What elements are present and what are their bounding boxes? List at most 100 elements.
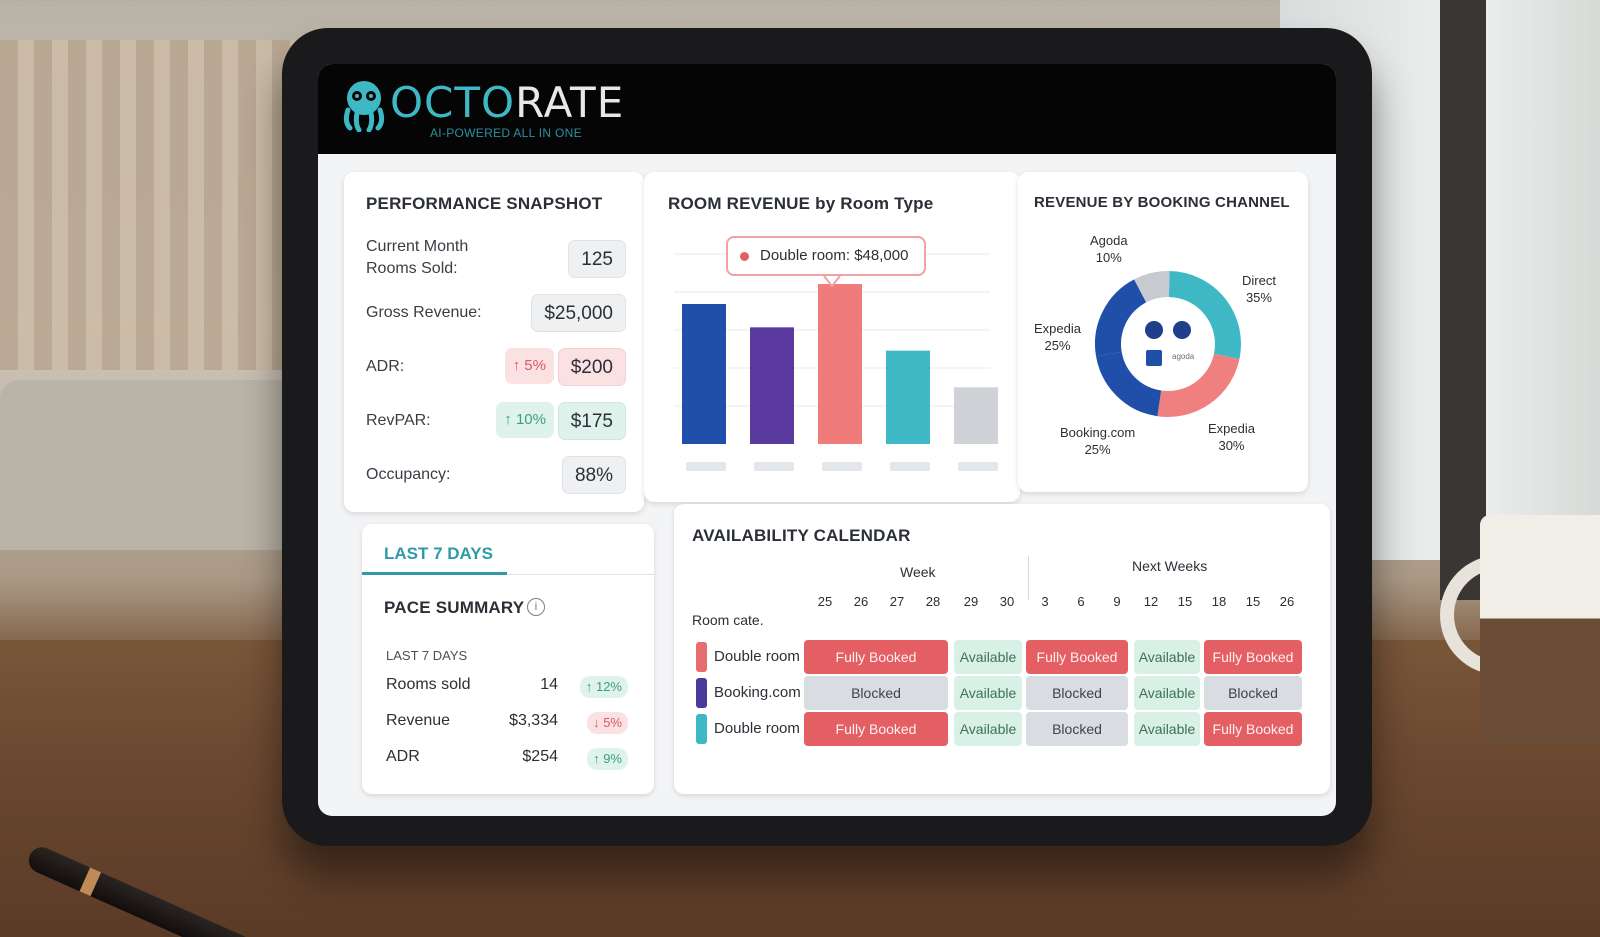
perf-row-gross-revenue: Gross Revenue: $25,000: [366, 294, 626, 334]
perf-value: 125: [568, 240, 626, 278]
room-color-swatch: [696, 678, 707, 708]
day-label: 12: [1143, 594, 1159, 609]
calendar-cell[interactable]: Available: [954, 640, 1022, 674]
calendar-cell[interactable]: Fully Booked: [1026, 640, 1128, 674]
calendar-cell[interactable]: Available: [1134, 712, 1200, 746]
pace-row-revenue: Revenue $3,334 ↓ 5%: [386, 712, 636, 736]
mug-body: [1480, 515, 1600, 745]
channel-label-agoda: Agoda 10%: [1090, 233, 1128, 265]
top-bar: OCTORATE AI-POWERED ALL IN ONE: [318, 64, 1336, 154]
day-label: 26: [853, 594, 869, 609]
booking-logo-icon: [1146, 350, 1162, 366]
pace-name: Rooms sold: [386, 676, 471, 693]
background-curtain: [0, 40, 300, 370]
perf-value: $200: [557, 348, 626, 386]
coffee-mug: [1440, 515, 1600, 745]
day-label: 30: [999, 594, 1015, 609]
pace-row-rooms-sold: Rooms sold 14 ↑ 12%: [386, 676, 636, 700]
availability-title: AVAILABILITY CALENDAR: [692, 526, 911, 545]
performance-title: PERFORMANCE SNAPSHOT: [366, 194, 603, 213]
day-label: 9: [1113, 594, 1121, 609]
pace-value: $254: [522, 748, 558, 765]
perf-label: Occupancy:: [366, 466, 451, 483]
pace-summary-card: LAST 7 DAYS PACE SUMMARY i LAST 7 DAYS R…: [362, 524, 654, 794]
perf-row-revpar: RevPAR: ↑ 10% $175: [366, 402, 626, 442]
pace-name: Revenue: [386, 712, 451, 729]
room-category-header: Room cate.: [692, 612, 764, 628]
calendar-cell[interactable]: Fully Booked: [1204, 712, 1302, 746]
pace-subtitle: LAST 7 DAYS: [386, 648, 468, 663]
room-name: Double room: [714, 720, 800, 737]
header-divider: [1028, 556, 1029, 600]
pace-row-adr: ADR $254 ↑ 9%: [386, 748, 636, 772]
perf-label: ADR:: [366, 358, 405, 375]
room-color-swatch: [696, 714, 707, 744]
perf-row-occupancy: Occupancy: 88%: [366, 456, 626, 496]
tab-last-7-days[interactable]: LAST 7 DAYS: [384, 544, 493, 564]
day-label: 29: [963, 594, 979, 609]
day-label: 6: [1077, 594, 1085, 609]
availability-calendar-card: AVAILABILITY CALENDAR Week Next Weeks 25…: [674, 504, 1330, 794]
next-weeks-header: Next Weeks: [1132, 558, 1208, 574]
channel-label-expedia-right: Expedia 30%: [1208, 421, 1255, 453]
pen-band: [79, 867, 102, 897]
pace-change-badge: ↑ 9%: [587, 748, 628, 770]
calendar-cell[interactable]: Fully Booked: [1204, 640, 1302, 674]
perf-label: Gross Revenue:: [366, 304, 482, 321]
donut-slice[interactable]: [1134, 271, 1170, 303]
day-label: 15: [1245, 594, 1261, 609]
pace-value: $3,334: [509, 712, 558, 729]
calendar-cell[interactable]: Available: [1134, 640, 1200, 674]
donut-center: [1123, 299, 1213, 389]
revenue-bar[interactable]: [818, 284, 862, 444]
performance-snapshot-card: PERFORMANCE SNAPSHOT Current Month Rooms…: [344, 172, 644, 512]
day-label: 27: [889, 594, 905, 609]
calendar-cell[interactable]: Available: [954, 676, 1022, 710]
calendar-cell[interactable]: Blocked: [1026, 676, 1128, 710]
room-name: Booking.com: [714, 684, 801, 701]
bar-category-placeholder: [822, 462, 862, 471]
perf-delta-badge: ↑ 5%: [504, 348, 554, 384]
revenue-bar[interactable]: [682, 304, 726, 444]
tab-active-indicator: [362, 572, 507, 575]
revenue-bar[interactable]: [886, 350, 930, 444]
calendar-cell[interactable]: Blocked: [1204, 676, 1302, 710]
day-label: 15: [1177, 594, 1193, 609]
perf-value: $25,000: [531, 294, 626, 332]
perf-delta-badge: ↑ 10%: [496, 402, 554, 438]
calendar-cell[interactable]: Blocked: [804, 676, 948, 710]
bar-category-placeholder: [754, 462, 794, 471]
channel-label-direct: Direct 35%: [1242, 273, 1276, 305]
revenue-bar[interactable]: [954, 387, 998, 444]
pace-value: 14: [540, 676, 558, 693]
channel-label-booking: Booking.com 25%: [1060, 425, 1136, 457]
bar-category-placeholder: [958, 462, 998, 471]
revenue-bar[interactable]: [750, 327, 794, 444]
tooltip-text: Double room: $48,000: [760, 247, 909, 264]
pace-title: PACE SUMMARY: [384, 598, 525, 617]
booking-channel-card: REVENUE BY BOOKING CHANNEL Agoda 10% Dire…: [1018, 172, 1308, 492]
plane-icon: [1173, 321, 1191, 339]
plane-icon: [1145, 321, 1163, 339]
donut-center-agoda-text: agoda: [1172, 352, 1195, 361]
calendar-cell[interactable]: Available: [954, 712, 1022, 746]
pace-change-badge: ↑ 12%: [579, 676, 628, 698]
room-revenue-card: ROOM REVENUE by Room Type Double room: $…: [644, 172, 1020, 502]
calendar-cell[interactable]: Fully Booked: [804, 712, 948, 746]
room-revenue-chart: [674, 253, 998, 471]
week-header: Week: [900, 564, 936, 580]
day-label: 26: [1279, 594, 1295, 609]
bar-tooltip: Double room: $48,000: [726, 236, 927, 276]
info-icon[interactable]: i: [527, 598, 545, 616]
room-name: Double room: [714, 648, 800, 665]
perf-row-rooms-sold: Current Month Rooms Sold: 125: [366, 236, 626, 280]
bar-category-placeholder: [686, 462, 726, 471]
calendar-cell[interactable]: Available: [1134, 676, 1200, 710]
channel-label-expedia-left: Expedia 25%: [1034, 321, 1081, 353]
perf-label: RevPAR:: [366, 412, 431, 429]
day-label: 3: [1041, 594, 1049, 609]
calendar-cell[interactable]: Blocked: [1026, 712, 1128, 746]
calendar-cell[interactable]: Fully Booked: [804, 640, 948, 674]
perf-value: $175: [557, 402, 626, 440]
day-label: 25: [817, 594, 833, 609]
